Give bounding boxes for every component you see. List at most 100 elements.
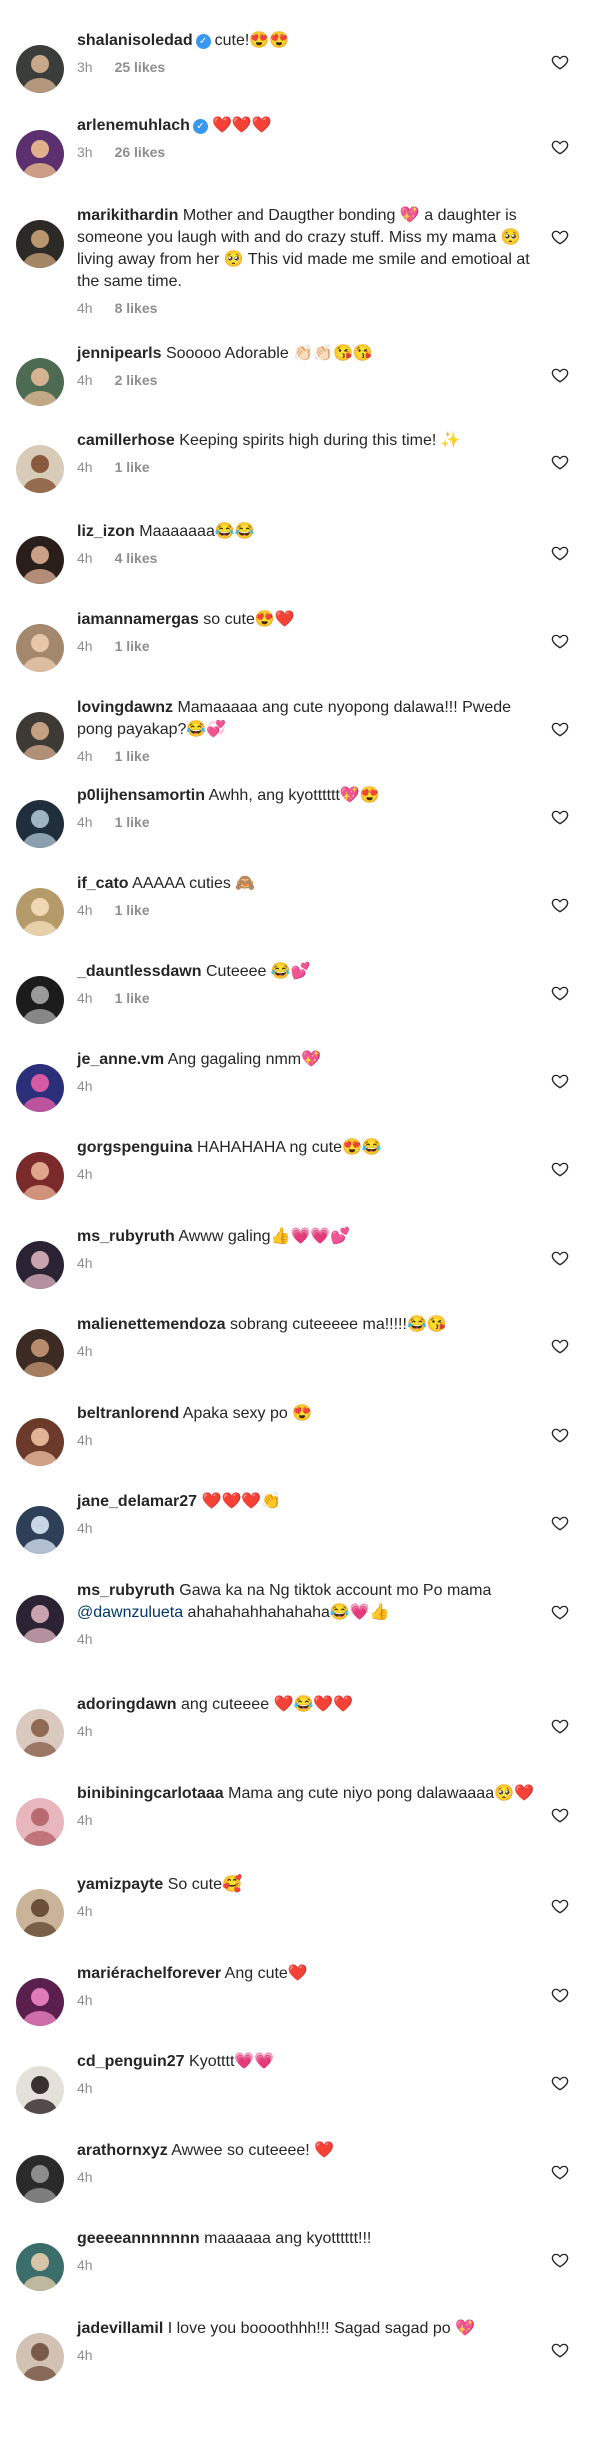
avatar[interactable] bbox=[16, 1889, 64, 1937]
comment-time[interactable]: 3h bbox=[77, 144, 93, 160]
heart-outline-icon[interactable] bbox=[551, 1603, 569, 1621]
comment-likes[interactable]: 26 likes bbox=[115, 144, 166, 160]
comment-likes[interactable]: 2 likes bbox=[115, 372, 158, 388]
comment-time[interactable]: 4h bbox=[77, 1631, 93, 1647]
comment-username[interactable]: cd_penguin27 bbox=[77, 2053, 185, 2070]
avatar[interactable] bbox=[16, 358, 64, 406]
comment-time[interactable]: 4h bbox=[77, 638, 93, 654]
heart-outline-icon[interactable] bbox=[551, 720, 569, 738]
comment-time[interactable]: 4h bbox=[77, 550, 93, 566]
comment-time[interactable]: 4h bbox=[77, 814, 93, 830]
comment-likes[interactable]: 8 likes bbox=[115, 300, 158, 316]
comment-time[interactable]: 4h bbox=[77, 1992, 93, 2008]
heart-outline-icon[interactable] bbox=[551, 1337, 569, 1355]
comment-username[interactable]: arlenemuhlach bbox=[77, 117, 190, 134]
avatar[interactable] bbox=[16, 45, 64, 93]
comment-username[interactable]: lovingdawnz bbox=[77, 699, 173, 716]
avatar[interactable] bbox=[16, 536, 64, 584]
avatar[interactable] bbox=[16, 2333, 64, 2381]
avatar[interactable] bbox=[16, 220, 64, 268]
avatar[interactable] bbox=[16, 1241, 64, 1289]
comment-username[interactable]: mariérachelforever bbox=[77, 1965, 221, 1982]
comment-time[interactable]: 4h bbox=[77, 1903, 93, 1919]
heart-outline-icon[interactable] bbox=[551, 1249, 569, 1267]
comment-username[interactable]: liz_izon bbox=[77, 523, 135, 540]
heart-outline-icon[interactable] bbox=[551, 632, 569, 650]
comment-likes[interactable]: 1 like bbox=[115, 748, 150, 764]
comment-username[interactable]: beltranlorend bbox=[77, 1405, 179, 1422]
comment-likes[interactable]: 4 likes bbox=[115, 550, 158, 566]
comment-username[interactable]: arathornxyz bbox=[77, 2142, 168, 2159]
comment-time[interactable]: 4h bbox=[77, 2169, 93, 2185]
avatar[interactable] bbox=[16, 1152, 64, 1200]
avatar[interactable] bbox=[16, 2066, 64, 2114]
avatar[interactable] bbox=[16, 1595, 64, 1643]
heart-outline-icon[interactable] bbox=[551, 1426, 569, 1444]
comment-likes[interactable]: 1 like bbox=[115, 459, 150, 475]
comment-username[interactable]: yamizpayte bbox=[77, 1876, 163, 1893]
comment-username[interactable]: gorgspenguina bbox=[77, 1139, 193, 1156]
comment-time[interactable]: 4h bbox=[77, 2080, 93, 2096]
comment-username[interactable]: iamannamergas bbox=[77, 611, 199, 628]
avatar[interactable] bbox=[16, 1978, 64, 2026]
avatar[interactable] bbox=[16, 130, 64, 178]
heart-outline-icon[interactable] bbox=[551, 366, 569, 384]
comment-time[interactable]: 4h bbox=[77, 1166, 93, 1182]
heart-outline-icon[interactable] bbox=[551, 808, 569, 826]
comment-username[interactable]: geeeeannnnnnn bbox=[77, 2230, 200, 2247]
comment-username[interactable]: shalanisoledad bbox=[77, 32, 193, 49]
heart-outline-icon[interactable] bbox=[551, 1072, 569, 1090]
heart-outline-icon[interactable] bbox=[551, 2074, 569, 2092]
comment-likes[interactable]: 1 like bbox=[115, 638, 150, 654]
avatar[interactable] bbox=[16, 800, 64, 848]
comment-time[interactable]: 4h bbox=[77, 1432, 93, 1448]
avatar[interactable] bbox=[16, 2155, 64, 2203]
comment-time[interactable]: 4h bbox=[77, 1255, 93, 1271]
mention-link[interactable]: @dawnzulueta bbox=[77, 1604, 183, 1621]
avatar[interactable] bbox=[16, 712, 64, 760]
comment-time[interactable]: 4h bbox=[77, 2257, 93, 2273]
comment-username[interactable]: binibiningcarlotaaa bbox=[77, 1785, 224, 1802]
avatar[interactable] bbox=[16, 1506, 64, 1554]
comment-likes[interactable]: 25 likes bbox=[115, 59, 166, 75]
comment-username[interactable]: jane_delamar27 bbox=[77, 1493, 197, 1510]
comment-time[interactable]: 4h bbox=[77, 1078, 93, 1094]
comment-likes[interactable]: 1 like bbox=[115, 990, 150, 1006]
avatar[interactable] bbox=[16, 445, 64, 493]
heart-outline-icon[interactable] bbox=[551, 1160, 569, 1178]
avatar[interactable] bbox=[16, 1418, 64, 1466]
comment-username[interactable]: p0lijhensamortin bbox=[77, 787, 205, 804]
comment-time[interactable]: 4h bbox=[77, 1520, 93, 1536]
avatar[interactable] bbox=[16, 1709, 64, 1757]
heart-outline-icon[interactable] bbox=[551, 453, 569, 471]
avatar[interactable] bbox=[16, 624, 64, 672]
comment-time[interactable]: 4h bbox=[77, 1723, 93, 1739]
comment-time[interactable]: 4h bbox=[77, 1343, 93, 1359]
comment-username[interactable]: adoringdawn bbox=[77, 1696, 177, 1713]
comment-time[interactable]: 4h bbox=[77, 748, 93, 764]
heart-outline-icon[interactable] bbox=[551, 53, 569, 71]
comment-likes[interactable]: 1 like bbox=[115, 814, 150, 830]
heart-outline-icon[interactable] bbox=[551, 1986, 569, 2004]
heart-outline-icon[interactable] bbox=[551, 1897, 569, 1915]
comment-username[interactable]: camillerhose bbox=[77, 432, 175, 449]
avatar[interactable] bbox=[16, 1064, 64, 1112]
comment-time[interactable]: 4h bbox=[77, 2347, 93, 2363]
heart-outline-icon[interactable] bbox=[551, 896, 569, 914]
avatar[interactable] bbox=[16, 1798, 64, 1846]
comment-time[interactable]: 4h bbox=[77, 990, 93, 1006]
comment-username[interactable]: ms_rubyruth bbox=[77, 1228, 175, 1245]
comment-username[interactable]: je_anne.vm bbox=[77, 1051, 164, 1068]
heart-outline-icon[interactable] bbox=[551, 1717, 569, 1735]
heart-outline-icon[interactable] bbox=[551, 138, 569, 156]
comment-username[interactable]: _dauntlessdawn bbox=[77, 963, 201, 980]
heart-outline-icon[interactable] bbox=[551, 984, 569, 1002]
avatar[interactable] bbox=[16, 888, 64, 936]
comment-time[interactable]: 4h bbox=[77, 300, 93, 316]
comment-username[interactable]: jadevillamil bbox=[77, 2320, 163, 2337]
comment-time[interactable]: 3h bbox=[77, 59, 93, 75]
avatar[interactable] bbox=[16, 1329, 64, 1377]
avatar[interactable] bbox=[16, 976, 64, 1024]
heart-outline-icon[interactable] bbox=[551, 2341, 569, 2359]
comment-time[interactable]: 4h bbox=[77, 902, 93, 918]
